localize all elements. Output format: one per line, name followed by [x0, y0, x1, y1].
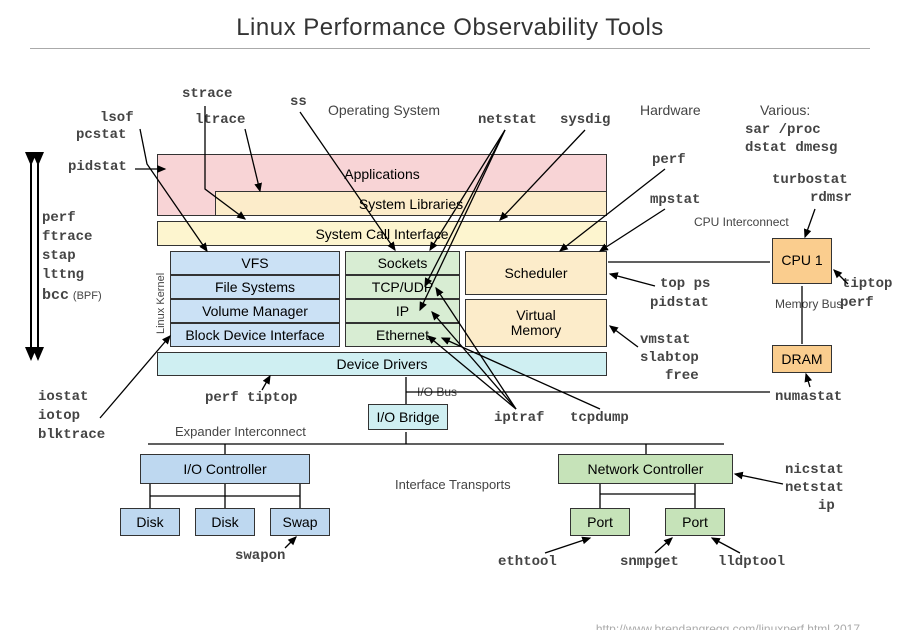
tool-bcc: bcc (BPF): [42, 286, 102, 304]
layer-disk1: Disk: [120, 508, 180, 536]
tool-lsof: lsof: [100, 110, 134, 126]
tool-iostat: iostat: [38, 389, 88, 405]
tool-stap: stap: [42, 248, 76, 264]
layer-swap: Swap: [270, 508, 330, 536]
layer-cpu: CPU 1: [772, 238, 832, 284]
tool-dstat: dstat dmesg: [745, 140, 837, 156]
tool-pidstat2: pidstat: [650, 295, 709, 311]
applications-label: Applications: [344, 166, 420, 182]
layer-dram: DRAM: [772, 345, 832, 373]
tool-ftrace: ftrace: [42, 229, 92, 245]
tool-lldptool: lldptool: [718, 554, 785, 570]
tool-ltrace: ltrace: [195, 112, 245, 128]
tool-mpstat: mpstat: [650, 192, 700, 208]
tool-snmpget: snmpget: [620, 554, 679, 570]
tool-vmstat: vmstat: [640, 332, 690, 348]
layer-disk2: Disk: [195, 508, 255, 536]
layer-ip: IP: [345, 299, 460, 323]
page-title: Linux Performance Observability Tools: [0, 14, 900, 42]
layer-vfs: VFS: [170, 251, 340, 275]
tool-topps: top ps: [660, 276, 710, 292]
proc-text: /proc: [779, 122, 821, 138]
tool-tiptop: tiptop: [842, 276, 892, 292]
expander-label: Expander Interconnect: [175, 424, 306, 439]
tool-slabtop: slabtop: [640, 350, 699, 366]
layer-ioctrl: I/O Controller: [140, 454, 310, 484]
tool-ethtool: ethtool: [498, 554, 557, 570]
tool-sysdig: sysdig: [560, 112, 610, 128]
layer-port2: Port: [665, 508, 725, 536]
tool-turbostat: turbostat: [772, 172, 848, 188]
hw-header: Hardware: [640, 102, 701, 118]
iobus-label: I/O Bus: [417, 385, 457, 399]
tool-perf2: perf: [840, 295, 874, 311]
tool-nicstat: nicstat: [785, 462, 844, 478]
layer-vm: Virtual Memory: [465, 299, 607, 347]
tool-free: free: [665, 368, 699, 384]
tool-perftiptop: perf tiptop: [205, 390, 297, 406]
cpuinter-label: CPU Interconnect: [694, 216, 789, 230]
dstat-text: dstat: [745, 140, 787, 156]
tool-swapon: swapon: [235, 548, 285, 564]
tool-iptraf: iptraf: [494, 410, 544, 426]
layer-port1: Port: [570, 508, 630, 536]
tool-ss: ss: [290, 94, 307, 110]
tool-blktrace: blktrace: [38, 427, 105, 443]
tool-tcpdump: tcpdump: [570, 410, 629, 426]
layer-devicedrivers: Device Drivers: [157, 352, 607, 376]
tool-pidstat: pidstat: [68, 159, 127, 175]
layer-netctrl: Network Controller: [558, 454, 733, 484]
tool-lttng: lttng: [42, 267, 84, 283]
kernel-label: Linux Kernel: [155, 273, 167, 334]
layer-fs: File Systems: [170, 275, 340, 299]
tool-bpf-text: (BPF): [73, 290, 102, 302]
layer-sockets: Sockets: [345, 251, 460, 275]
dmesg-text: dmesg: [795, 140, 837, 156]
tool-perf: perf: [652, 152, 686, 168]
tool-iptool: ip: [818, 498, 835, 514]
layer-blk: Block Device Interface: [170, 323, 340, 347]
tool-sar: sar /proc: [745, 122, 821, 138]
tool-bcc-text: bcc: [42, 287, 69, 304]
layer-iobridge: I/O Bridge: [368, 404, 448, 430]
tool-pcstat: pcstat: [76, 127, 126, 143]
tool-iotop: iotop: [38, 408, 80, 424]
vm-label: Virtual Memory: [511, 308, 562, 339]
iftrans-label: Interface Transports: [395, 477, 511, 492]
os-header: Operating System: [328, 102, 440, 118]
membus-text: Memory Bus: [775, 297, 842, 311]
layer-tcpudp: TCP/UDP: [345, 275, 460, 299]
layer-syslib: System Libraries: [215, 191, 607, 216]
membus-label: Memory Bus: [775, 298, 842, 312]
footer: http://www.brendangregg.com/linuxperf.ht…: [596, 622, 860, 630]
tool-strace: strace: [182, 86, 232, 102]
cpuinter-text: CPU Interconnect: [694, 215, 789, 229]
tool-netstat: netstat: [478, 112, 537, 128]
layer-scheduler: Scheduler: [465, 251, 607, 295]
tool-netstat2: netstat: [785, 480, 844, 496]
layer-syscall: System Call Interface: [157, 221, 607, 246]
tool-perf-k: perf: [42, 210, 76, 226]
tool-rdmsr: rdmsr: [810, 190, 852, 206]
tool-numastat: numastat: [775, 389, 842, 405]
various-header: Various:: [760, 102, 810, 118]
sar-text: sar: [745, 122, 770, 138]
layer-eth: Ethernet: [345, 323, 460, 347]
title-divider: [30, 48, 870, 49]
layer-vol: Volume Manager: [170, 299, 340, 323]
